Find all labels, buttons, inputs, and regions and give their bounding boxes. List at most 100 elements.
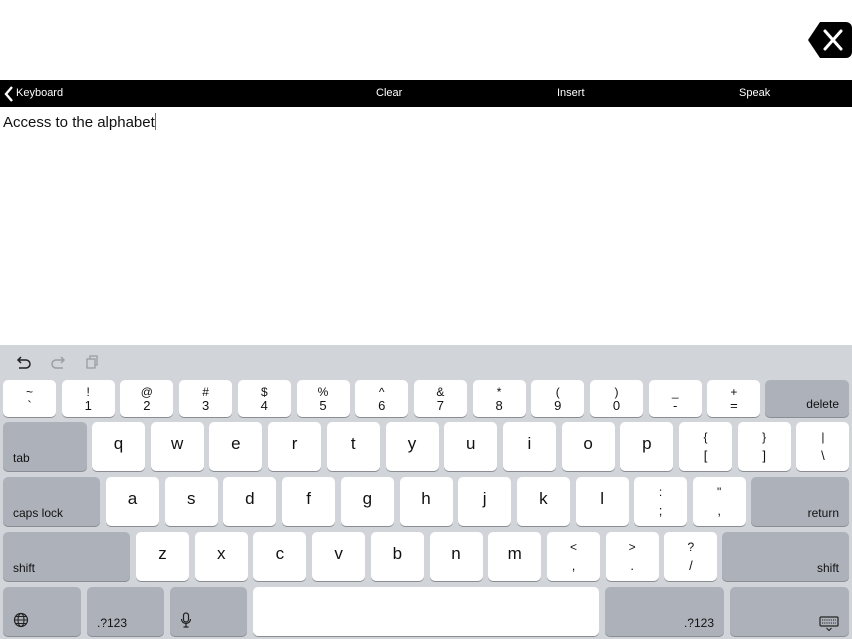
key-3[interactable]: #3 (179, 380, 233, 417)
speak-button[interactable]: Speak (739, 80, 770, 107)
key-t[interactable]: t (326, 422, 380, 471)
key-symbol: 8 (495, 398, 503, 413)
key-shift-symbol: % (317, 385, 329, 399)
key-8[interactable]: * 8 (472, 380, 526, 417)
key-f[interactable]: f (282, 477, 336, 526)
key-symbol: 4 (260, 398, 268, 413)
close-button[interactable] (808, 22, 852, 58)
key-m[interactable]: m (488, 532, 542, 581)
key-o[interactable]: o (561, 422, 615, 471)
key-symbol: ` (27, 398, 32, 413)
caps-lock-key[interactable]: caps lock (3, 477, 100, 526)
key-\[interactable]: | \ (796, 422, 850, 471)
return-key[interactable]: return (751, 477, 849, 526)
key-/[interactable]: ? / (664, 532, 718, 581)
left-shift-key[interactable]: shift (3, 532, 130, 581)
numbers-key-left[interactable]: .?123 (87, 587, 164, 636)
caps-lock-label: caps lock (13, 506, 64, 520)
key-symbol: \ (821, 448, 825, 463)
key-letter: y (407, 434, 417, 453)
key-=[interactable]: + = (707, 380, 761, 417)
globe-key[interactable] (3, 587, 81, 636)
key-1[interactable]: ! 1 (61, 380, 115, 417)
key-symbol: - (673, 398, 678, 413)
key-d[interactable]: d (223, 477, 277, 526)
key-shift-symbol: } (762, 430, 767, 444)
key-symbol: 9 (554, 398, 562, 413)
hide-keyboard-key[interactable] (730, 587, 849, 636)
key-0[interactable]: ) 0 (590, 380, 643, 417)
key-b[interactable]: b (370, 532, 424, 581)
insert-button[interactable]: Insert (557, 80, 585, 107)
key-,[interactable]: <, (547, 532, 600, 581)
key-4[interactable]: $4 (237, 380, 291, 417)
text-caret (154, 113, 157, 130)
key-letter: u (465, 434, 476, 453)
key-q[interactable]: q (92, 422, 145, 471)
key-shift-symbol: ? (687, 540, 695, 554)
space-bar[interactable] (253, 587, 599, 636)
key-g[interactable]: g (340, 477, 394, 526)
key-y[interactable]: y (385, 422, 439, 471)
key-5[interactable]: % 5 (296, 380, 350, 417)
key-.[interactable]: >. (605, 532, 659, 581)
key-letter: v (334, 544, 343, 563)
key-shift-symbol: $ (260, 385, 268, 399)
key-6[interactable]: ^ 6 (355, 380, 409, 417)
key-c[interactable]: c (253, 532, 307, 581)
key-u[interactable]: u (444, 422, 498, 471)
key-x[interactable]: x (194, 532, 248, 581)
numbers-key-right[interactable]: .?123 (605, 587, 724, 636)
key-shift-symbol: | (821, 430, 825, 444)
key-shift-symbol: { (703, 430, 708, 444)
key-shift-symbol: ^ (378, 385, 385, 399)
key-h[interactable]: h (399, 477, 453, 526)
delete-key[interactable]: delete (765, 380, 849, 417)
key--[interactable]: _ - (648, 380, 702, 417)
key-][interactable]: }] (737, 422, 791, 471)
key-9[interactable]: (9 (531, 380, 585, 417)
key-s[interactable]: s (164, 477, 218, 526)
back-to-keyboard-button[interactable]: Keyboard (4, 80, 63, 107)
key-k[interactable]: k (516, 477, 570, 526)
key-i[interactable]: i (502, 422, 556, 471)
key-e[interactable]: e (209, 422, 263, 471)
key-z[interactable]: z (136, 532, 189, 581)
key-n[interactable]: n (429, 532, 483, 581)
key-symbol: 5 (319, 398, 327, 413)
key-a[interactable]: a (106, 477, 159, 526)
key-symbol: , (717, 503, 721, 518)
chevron-left-icon (4, 85, 13, 102)
key-w[interactable]: w (150, 422, 204, 471)
key-shift-symbol: ( (555, 385, 560, 399)
key-symbol: . (630, 558, 634, 573)
key-letter: h (421, 489, 431, 508)
key-`[interactable]: ~ ` (3, 380, 56, 417)
key-shift-symbol: _ (671, 385, 679, 399)
undo-icon[interactable] (16, 355, 32, 369)
key-l[interactable]: l (575, 477, 629, 526)
key-7[interactable]: & 7 (413, 380, 467, 417)
clear-button[interactable]: Clear (376, 80, 402, 107)
key-shift-symbol: < (569, 540, 577, 554)
key-;[interactable]: :; (634, 477, 687, 526)
key-[[interactable]: {[ (679, 422, 732, 471)
key-p[interactable]: p (620, 422, 674, 471)
key-shift-symbol: > (628, 540, 636, 554)
key-r[interactable]: r (268, 422, 322, 471)
key-2[interactable]: @2 (120, 380, 174, 417)
key-symbol: [ (703, 448, 708, 463)
right-shift-key[interactable]: shift (722, 532, 849, 581)
paste-icon[interactable] (84, 355, 100, 369)
redo-icon[interactable] (50, 355, 66, 369)
tab-key[interactable]: tab (3, 422, 87, 471)
key-symbol: ] (762, 448, 766, 463)
key-letter: c (275, 544, 285, 563)
key-v[interactable]: v (312, 532, 366, 581)
return-label: return (807, 506, 839, 520)
key-letter: a (127, 489, 138, 508)
text-editor[interactable]: Access to the alphabet (0, 107, 852, 345)
key-,[interactable]: ", (692, 477, 746, 526)
dictation-key[interactable] (170, 587, 247, 636)
key-j[interactable]: j (458, 477, 512, 526)
